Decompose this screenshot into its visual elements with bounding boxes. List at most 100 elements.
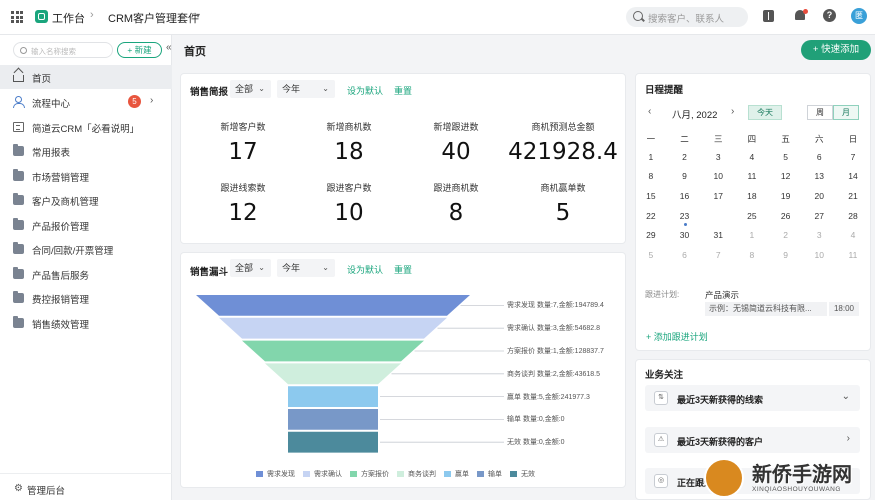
calendar-day[interactable]: 15 (634, 191, 668, 201)
calendar-day[interactable]: 3 (701, 152, 735, 162)
calendar-day[interactable]: 31 (701, 230, 735, 240)
next-month-icon[interactable]: › (731, 106, 734, 117)
calendar-day[interactable]: 29 (634, 230, 668, 240)
legend-item[interactable]: 无效 (510, 469, 535, 479)
sidebar-item-expenses[interactable]: 费控报销管理 (0, 286, 172, 310)
sidebar-item-performance[interactable]: 销售绩效管理 (0, 311, 172, 335)
calendar-day[interactable]: 4 (735, 152, 769, 162)
chevron-down-icon[interactable]: ▾ (196, 11, 200, 20)
calendar-day[interactable]: 3 (802, 230, 836, 240)
legend-item[interactable]: 需求发现 (256, 469, 295, 479)
set-default-link[interactable]: 设为默认 (347, 84, 383, 97)
calendar-day[interactable]: 13 (802, 171, 836, 181)
legend-item[interactable]: 方案报价 (350, 469, 389, 479)
today-button[interactable]: 今天 (748, 105, 782, 120)
calendar-day[interactable]: 30 (668, 230, 702, 240)
app-grid-icon[interactable] (11, 11, 23, 23)
calendar-day[interactable]: 11 (735, 171, 769, 181)
calendar-day[interactable]: 1 (634, 152, 668, 162)
calendar-day[interactable]: 1 (735, 230, 769, 240)
quick-add-button[interactable]: + 快速添加 (801, 40, 871, 60)
month-view-button[interactable]: 月 (833, 105, 859, 120)
calendar-day[interactable]: 21 (836, 191, 870, 201)
calendar-day[interactable]: 20 (802, 191, 836, 201)
funnel-segment-需求发现[interactable] (196, 295, 470, 316)
chevron-right-icon[interactable]: › (150, 95, 153, 106)
calendar-day[interactable]: 14 (836, 171, 870, 181)
calendar-day[interactable]: 17 (701, 191, 735, 201)
calendar-day[interactable]: 6 (668, 250, 702, 260)
collapse-sidebar-icon[interactable]: « (166, 42, 172, 53)
calendar-day[interactable]: 9 (769, 250, 803, 260)
calendar-day[interactable]: 5 (769, 152, 803, 162)
sidebar-item-after-sales[interactable]: 产品售后服务 (0, 262, 172, 286)
calendar-day[interactable]: 2 (668, 152, 702, 162)
chevron-down-icon[interactable]: ⌄ (842, 391, 850, 402)
scope-select[interactable]: 全部 ⌄ (230, 80, 271, 98)
calendar-day[interactable]: 16 (668, 191, 702, 201)
calendar-day[interactable]: 7 (701, 250, 735, 260)
funnel-segment-方案报价[interactable] (242, 340, 424, 362)
focus-item-new-customers[interactable]: ⚠ 最近3天新获得的客户 › (645, 427, 860, 453)
calendar-day[interactable]: 5 (634, 250, 668, 260)
new-button[interactable]: + 新建 (117, 42, 162, 58)
sidebar-item-marketing[interactable]: 市场营销管理 (0, 164, 172, 188)
calendar-day[interactable]: 24 (701, 205, 735, 224)
calendar-day[interactable]: 10 (802, 250, 836, 260)
calendar-day[interactable]: 7 (836, 152, 870, 162)
workbench-link[interactable]: 工作台 (52, 10, 85, 26)
admin-console-link[interactable]: ⚙ 管理后台 (0, 473, 172, 500)
calendar-day[interactable]: 12 (769, 171, 803, 181)
calendar-day[interactable]: 6 (802, 152, 836, 162)
calendar-day[interactable]: 9 (668, 171, 702, 181)
prev-month-icon[interactable]: ‹ (648, 106, 651, 117)
funnel-reset-link[interactable]: 重置 (394, 263, 412, 276)
calendar-day[interactable]: 8 (735, 250, 769, 260)
funnel-set-default-link[interactable]: 设为默认 (347, 263, 383, 276)
legend-item[interactable]: 输单 (477, 469, 502, 479)
sidebar-item-contracts[interactable]: 合同/回款/开票管理 (0, 237, 172, 261)
add-followup-plan-link[interactable]: + 添加跟进计划 (646, 330, 708, 343)
global-search-input[interactable]: 搜索客户、联系人 (626, 7, 748, 27)
sidebar-item-guide[interactable]: 简道云CRM「必看说明」 (0, 115, 172, 139)
funnel-segment-输单[interactable] (288, 409, 378, 430)
sidebar-item-flow-center[interactable]: 流程中心 5 › (0, 90, 172, 114)
calendar-day[interactable]: 19 (769, 191, 803, 201)
sidebar-item-quotes[interactable]: 产品报价管理 (0, 213, 172, 237)
funnel-segment-无效[interactable] (288, 431, 378, 453)
bell-icon[interactable] (793, 9, 808, 23)
calendar-day[interactable]: 8 (634, 171, 668, 181)
calendar-day[interactable]: 2 (769, 230, 803, 240)
calendar-day[interactable]: 27 (802, 211, 836, 221)
calendar-day[interactable]: 22 (634, 211, 668, 221)
schedule-event-item[interactable]: 示例：无锡简道云科技有限... (705, 302, 827, 316)
calendar-day[interactable]: 11 (836, 250, 870, 260)
calendar-day[interactable]: 25 (735, 211, 769, 221)
legend-item[interactable]: 商务谈判 (397, 469, 436, 479)
app-title[interactable]: CRM客户管理套件 (108, 10, 199, 26)
help-icon[interactable]: ? (823, 9, 837, 23)
calendar-day[interactable]: 28 (836, 211, 870, 221)
funnel-segment-商务谈判[interactable] (265, 363, 401, 385)
funnel-scope-select[interactable]: 全部 ⌄ (230, 259, 271, 277)
period-select[interactable]: 今年 ⌄ (277, 80, 335, 98)
focus-item-new-leads[interactable]: ⇅ 最近3天新获得的线索 ⌄ (645, 385, 860, 411)
sidebar-item-reports[interactable]: 常用报表 (0, 139, 172, 163)
calendar-day[interactable]: 10 (701, 171, 735, 181)
legend-item[interactable]: 需求确认 (303, 469, 342, 479)
sidebar-item-customers[interactable]: 客户及商机管理 (0, 188, 172, 212)
reset-link[interactable]: 重置 (394, 84, 412, 97)
calendar-day[interactable]: 4 (836, 230, 870, 240)
funnel-segment-需求确认[interactable] (219, 317, 447, 339)
calendar-day[interactable]: 26 (769, 211, 803, 221)
funnel-segment-赢单[interactable] (288, 386, 378, 407)
book-icon[interactable] (762, 9, 776, 23)
legend-item[interactable]: 赢单 (444, 469, 469, 479)
schedule-event-title[interactable]: 产品演示 (705, 289, 739, 301)
sidebar-item-home[interactable]: 首页 (0, 65, 172, 89)
calendar-day[interactable]: 23 (668, 211, 702, 226)
avatar[interactable]: 匿 (851, 8, 867, 24)
week-view-button[interactable]: 周 (807, 105, 833, 120)
sidebar-search-input[interactable]: 输入名称搜索 (13, 42, 113, 58)
chevron-right-icon[interactable]: › (847, 433, 850, 444)
